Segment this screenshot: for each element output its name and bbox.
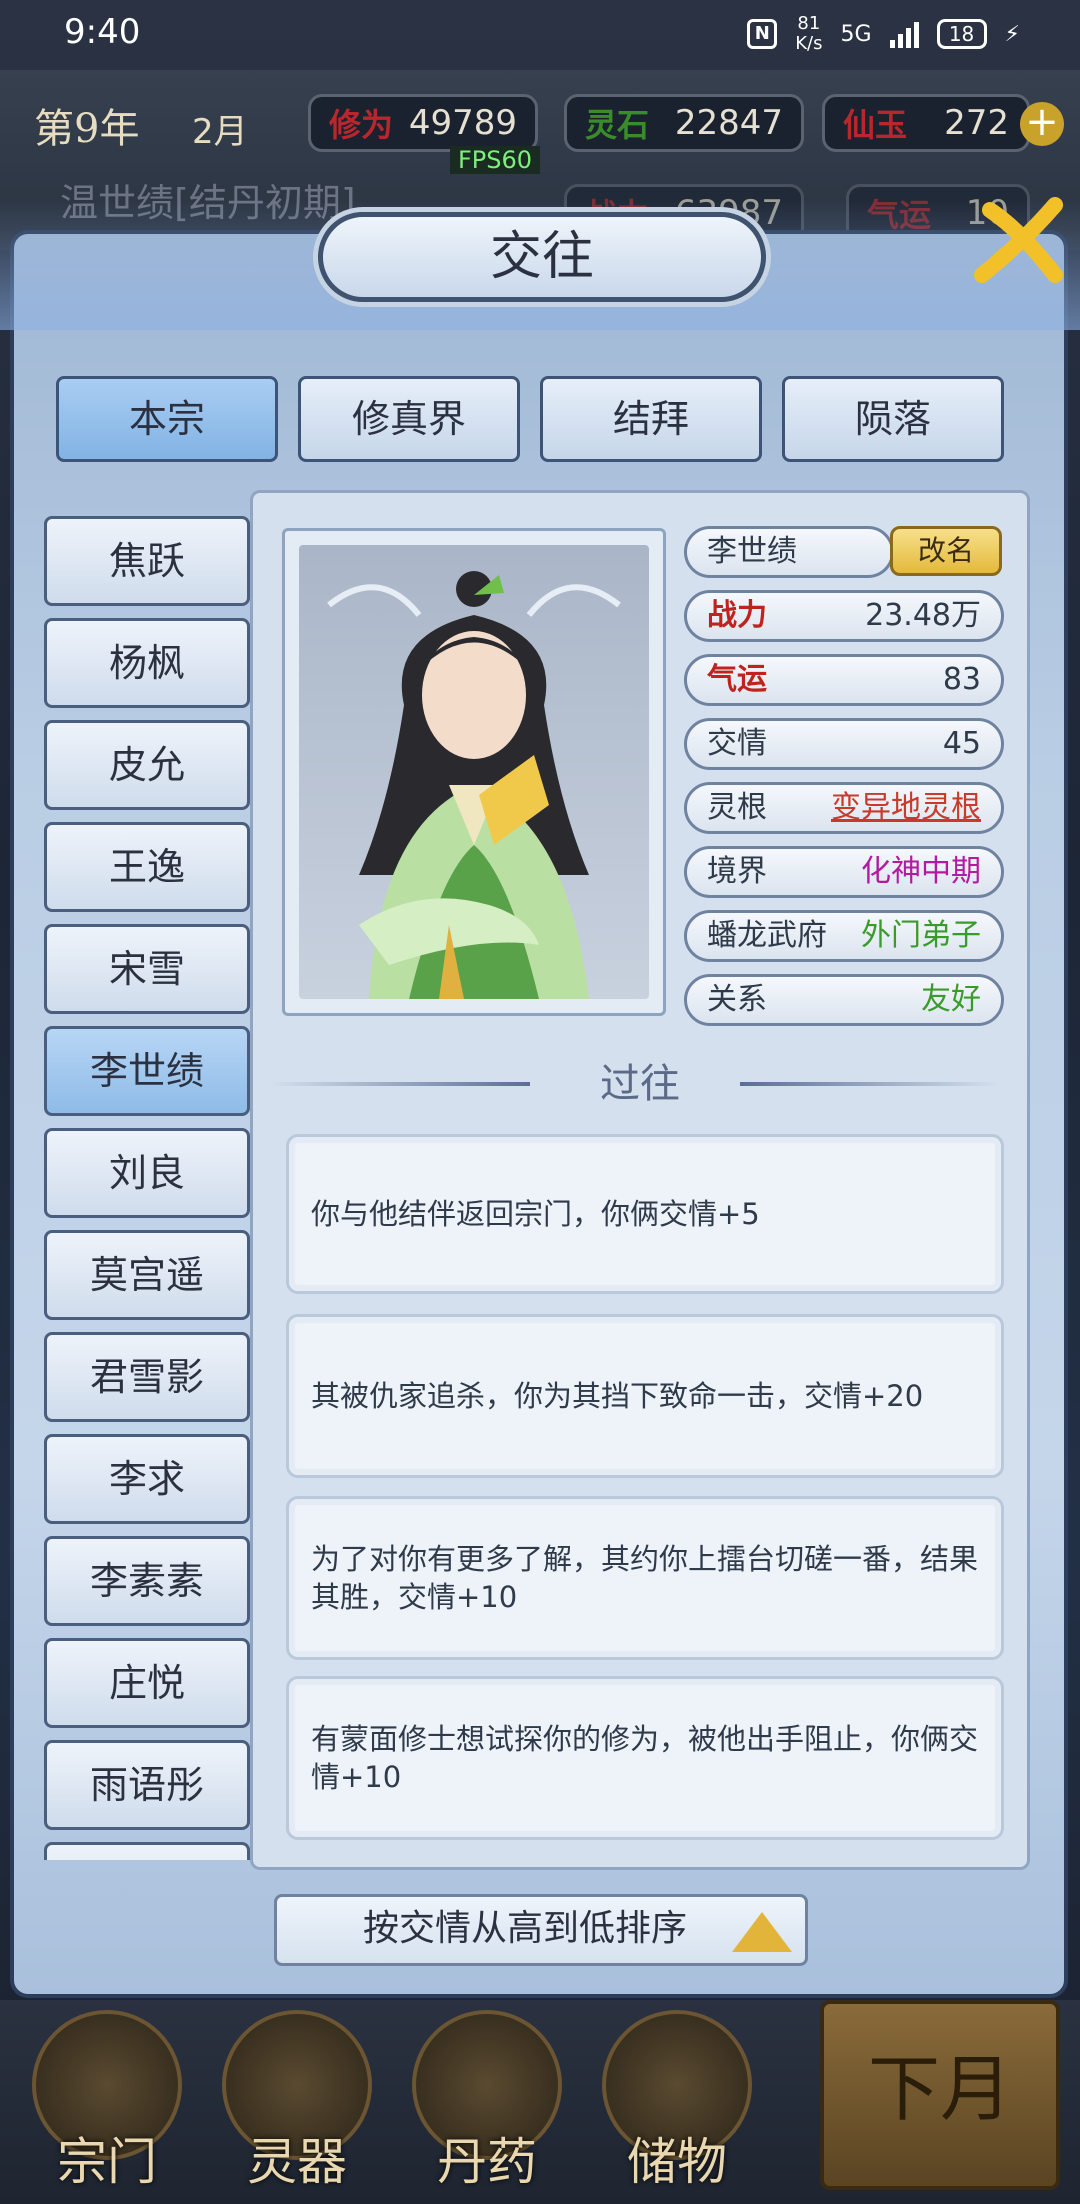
- list-item[interactable]: 李求: [44, 1434, 250, 1524]
- tab-sect[interactable]: 本宗: [56, 376, 278, 462]
- status-bar: 9:40 N 81 K/s 5G 18 ⚡: [0, 0, 1080, 70]
- list-item[interactable]: 焦跃: [44, 516, 250, 606]
- network-type: 5G: [840, 21, 872, 47]
- list-item[interactable]: 庄悦: [44, 1638, 250, 1728]
- history-event: 你与他结伴返回宗门，你俩交情+5: [286, 1134, 1004, 1294]
- resource-spirit-stone: 灵石 22847: [564, 94, 804, 152]
- list-item[interactable]: 皮允: [44, 720, 250, 810]
- next-month-button[interactable]: 下月: [820, 2000, 1060, 2190]
- list-item[interactable]: 刘良: [44, 1128, 250, 1218]
- list-item[interactable]: 雨语彤: [44, 1740, 250, 1830]
- tab-fallen[interactable]: 陨落: [782, 376, 1004, 462]
- stat-power: 战力 23.48万: [684, 590, 1004, 642]
- member-list[interactable]: 焦跃 杨枫 皮允 王逸 宋雪 李世绩 刘良 莫宫遥 君雪影 李求 李素素 庄悦 …: [44, 516, 250, 1860]
- member-name-field: 李世绩: [684, 526, 894, 578]
- sort-direction-icon[interactable]: [732, 1912, 792, 1952]
- history-event: 有蒙面修士想试探你的修为，被他出手阻止，你俩交情+10: [286, 1676, 1004, 1840]
- close-icon[interactable]: [970, 190, 1070, 290]
- charging-icon: ⚡: [1004, 21, 1020, 47]
- list-item-selected[interactable]: 李世绩: [44, 1026, 250, 1116]
- list-item[interactable]: [44, 1842, 250, 1860]
- dialog-title: 交往: [489, 227, 594, 287]
- rename-button[interactable]: 改名: [890, 526, 1002, 576]
- dialog-title-plate: 交往: [318, 212, 766, 302]
- character-illustration: [327, 571, 621, 999]
- nav-sect[interactable]: 宗门: [22, 2010, 192, 2194]
- month-label: 2月: [192, 112, 248, 152]
- fps-counter: FPS60: [450, 146, 541, 174]
- divider-right: [740, 1082, 1000, 1086]
- history-event: 为了对你有更多了解，其约你上擂台切磋一番，结果其胜，交情+10: [286, 1496, 1004, 1660]
- list-item[interactable]: 莫宫遥: [44, 1230, 250, 1320]
- list-item[interactable]: 王逸: [44, 822, 250, 912]
- signal-icon: [889, 20, 919, 48]
- tab-sworn[interactable]: 结拜: [540, 376, 762, 462]
- battery-icon: 18: [936, 19, 987, 49]
- list-item[interactable]: 君雪影: [44, 1332, 250, 1422]
- nav-storage[interactable]: 储物: [592, 2010, 762, 2194]
- resource-cultivation: 修为 49789: [308, 94, 538, 152]
- stat-relation: 关系 友好: [684, 974, 1004, 1026]
- stat-sect-rank: 蟠龙武府 外门弟子: [684, 910, 1004, 962]
- year-label: 第9年: [34, 106, 140, 152]
- character-portrait: [299, 545, 649, 999]
- list-item[interactable]: 杨枫: [44, 618, 250, 708]
- stat-friendship: 交情 45: [684, 718, 1004, 770]
- net-speed: 81 K/s: [795, 13, 823, 54]
- history-event: 其被仇家追杀，你为其挡下致命一击，交情+20: [286, 1314, 1004, 1478]
- list-item[interactable]: 李素素: [44, 1536, 250, 1626]
- nav-pill[interactable]: 丹药: [402, 2010, 572, 2194]
- nav-artifact[interactable]: 灵器: [212, 2010, 382, 2194]
- stat-luck: 气运 83: [684, 654, 1004, 706]
- stat-spirit-root: 灵根 变异地灵根: [684, 782, 1004, 834]
- portrait-frame: [282, 528, 666, 1016]
- sort-button[interactable]: 按交情从高到低排序: [274, 1894, 808, 1966]
- stat-realm: 境界 化神中期: [684, 846, 1004, 898]
- resource-jade: 仙玉 272: [822, 94, 1030, 152]
- status-time: 9:40: [64, 12, 141, 52]
- add-jade-icon[interactable]: +: [1020, 102, 1064, 146]
- tab-cultivation-world[interactable]: 修真界: [298, 376, 520, 462]
- list-item[interactable]: 宋雪: [44, 924, 250, 1014]
- nfc-icon: N: [747, 19, 778, 49]
